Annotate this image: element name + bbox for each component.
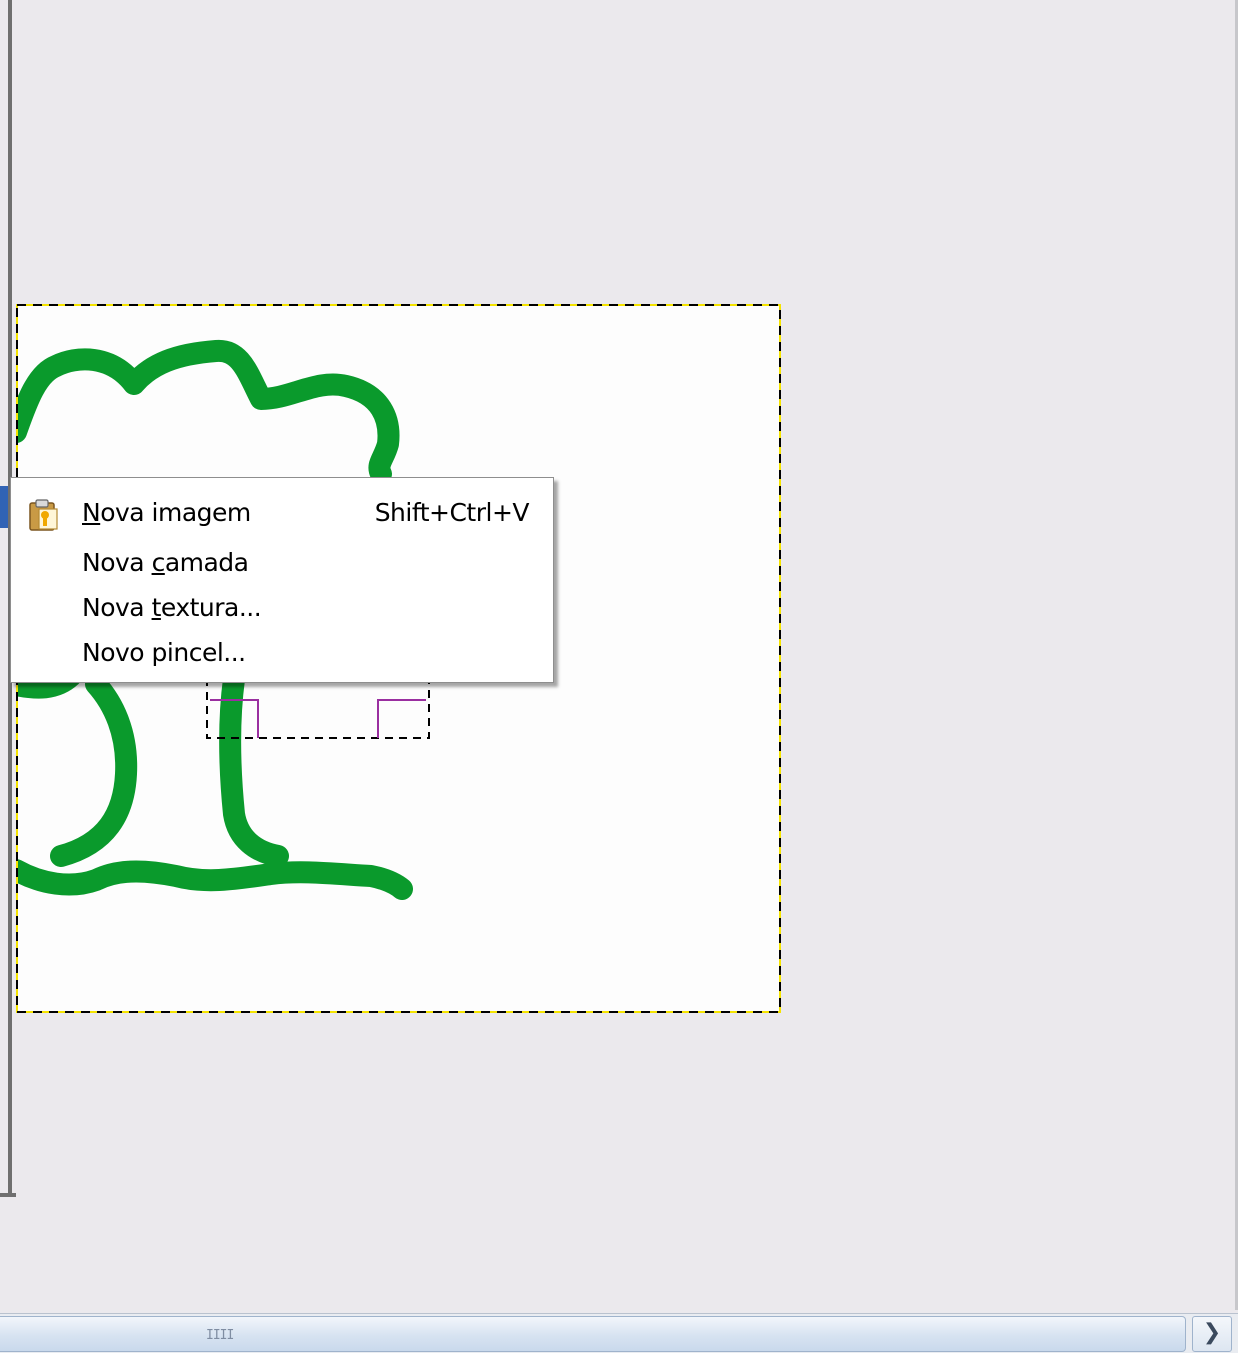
left-dock-edge-bottom xyxy=(0,1193,16,1197)
highlighted-parent-menu-marker xyxy=(0,486,8,528)
tree-canopy-stroke xyxy=(16,340,400,485)
ground-stroke xyxy=(16,859,413,900)
menu-item-nova-imagem[interactable]: Nova imagem Shift+Ctrl+V xyxy=(11,492,553,536)
menu-item-label: Nova imagem xyxy=(82,498,251,527)
menu-item-nova-textura[interactable]: Nova textura... xyxy=(11,587,553,631)
image-window-viewport: Nova imagem Shift+Ctrl+V Nova camada Nov… xyxy=(0,0,1238,1353)
selection-handle-right xyxy=(377,699,426,738)
scroll-right-button[interactable]: ❯ xyxy=(1192,1316,1232,1352)
menu-item-novo-pincel[interactable]: Novo pincel... xyxy=(11,632,553,676)
menu-item-label: Novo pincel... xyxy=(82,638,246,667)
menu-item-shortcut: Shift+Ctrl+V xyxy=(374,498,530,527)
paste-as-new-icon xyxy=(27,498,61,532)
paste-as-context-menu: Nova imagem Shift+Ctrl+V Nova camada Nov… xyxy=(10,477,554,683)
tree-right-trunk-stroke xyxy=(219,668,289,867)
menu-item-nova-camada[interactable]: Nova camada xyxy=(11,542,553,586)
tree-left-trunk-stroke xyxy=(16,665,138,867)
horizontal-scrollbar-thumb[interactable]: IIII xyxy=(0,1316,1186,1352)
horizontal-scrollbar[interactable]: IIII ❯ xyxy=(0,1313,1238,1353)
menu-item-label: Nova camada xyxy=(82,548,249,577)
menu-item-label: Nova textura... xyxy=(82,593,262,622)
scrollbar-grip-icon: IIII xyxy=(206,1328,234,1343)
chevron-right-icon: ❯ xyxy=(1202,1320,1222,1345)
